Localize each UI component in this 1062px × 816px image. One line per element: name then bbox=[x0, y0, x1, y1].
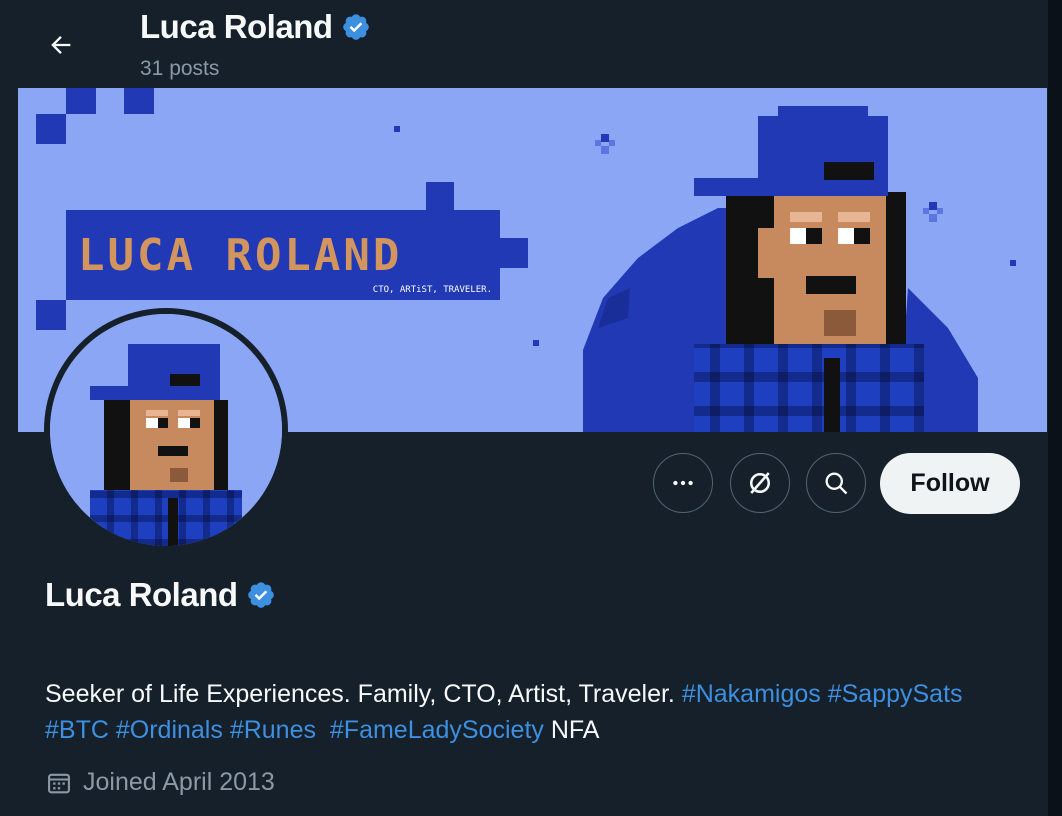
hashtag-link[interactable]: #Nakamigos bbox=[682, 680, 821, 708]
top-bar: Luca Roland 31 posts bbox=[0, 0, 1048, 88]
post-count: 31 posts bbox=[140, 57, 220, 80]
hashtag-link[interactable]: #SappySats bbox=[828, 680, 963, 708]
profile-name: Luca Roland bbox=[45, 576, 276, 614]
back-button[interactable] bbox=[40, 24, 82, 66]
avatar-image bbox=[50, 314, 282, 546]
hashtag-link[interactable]: #Ordinals bbox=[116, 716, 223, 744]
follow-button[interactable]: Follow bbox=[880, 453, 1020, 514]
profile-bio: Seeker of Life Experiences. Family, CTO,… bbox=[45, 676, 1035, 748]
hashtag-link[interactable]: #BTC bbox=[45, 716, 109, 744]
banner-title: LUCA ROLAND bbox=[78, 230, 402, 281]
hashtag-link[interactable]: #Runes bbox=[230, 716, 316, 744]
hashtag-link[interactable]: #FameLadySociety bbox=[330, 716, 544, 744]
profile-name-text: Luca Roland bbox=[45, 576, 238, 613]
join-date: Joined April 2013 bbox=[45, 768, 275, 797]
back-arrow-icon bbox=[51, 36, 71, 54]
bio-text: Seeker of Life Experiences. Family, CTO,… bbox=[45, 680, 675, 708]
more-button[interactable] bbox=[653, 453, 713, 513]
search-icon bbox=[825, 472, 848, 495]
banner-subtitle: CTO, ARTiST, TRAVELER. bbox=[373, 285, 492, 295]
more-icon bbox=[673, 480, 693, 486]
profile-avatar[interactable] bbox=[44, 308, 288, 552]
verified-badge-icon bbox=[342, 14, 369, 40]
subscribe-button[interactable] bbox=[730, 453, 790, 513]
subscribe-icon bbox=[750, 472, 770, 494]
window-edge bbox=[1048, 0, 1062, 816]
avatar-pixel-art bbox=[50, 314, 282, 546]
header-name-text: Luca Roland bbox=[140, 8, 333, 45]
search-button[interactable] bbox=[806, 453, 866, 513]
verified-badge-icon[interactable] bbox=[246, 580, 276, 610]
header-title: Luca Roland bbox=[140, 8, 371, 46]
bio-text: NFA bbox=[550, 716, 600, 744]
calendar-icon bbox=[48, 773, 70, 793]
join-date-text: Joined April 2013 bbox=[83, 768, 275, 796]
